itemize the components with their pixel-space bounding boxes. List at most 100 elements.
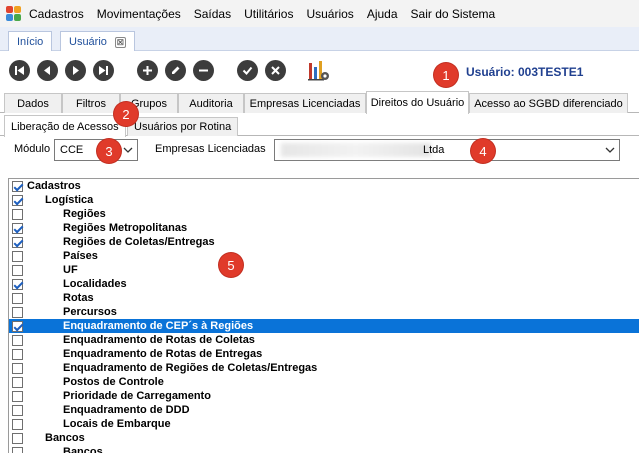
tree-row-label: Enquadramento de Rotas de Entregas xyxy=(63,348,263,360)
tree-checkbox[interactable] xyxy=(12,292,23,304)
tree-row-label: Enquadramento de DDD xyxy=(63,404,190,416)
tree-row[interactable]: Regiões xyxy=(9,207,639,221)
tree-checkbox[interactable] xyxy=(12,404,23,416)
tree-row-label: Logística xyxy=(45,194,94,206)
tab-empresas-licenciadas[interactable]: Empresas Licenciadas xyxy=(244,93,366,113)
tab-filtros[interactable]: Filtros xyxy=(62,93,120,113)
empresas-licenciadas-select[interactable]: Ltda xyxy=(274,139,620,161)
tree-checkbox[interactable] xyxy=(12,418,23,430)
tree-row[interactable]: Regiões Metropolitanas xyxy=(9,221,639,235)
last-record-icon[interactable] xyxy=(93,60,114,81)
tree-checkbox[interactable] xyxy=(12,236,23,248)
add-icon[interactable] xyxy=(137,60,158,81)
tree-checkbox[interactable] xyxy=(12,194,23,206)
tree-row[interactable]: Percursos xyxy=(9,305,639,319)
tree-checkbox[interactable] xyxy=(12,432,23,444)
tree-row[interactable]: Enquadramento de DDD xyxy=(9,403,639,417)
tree-row-label: Localidades xyxy=(63,278,127,290)
modulo-label: Módulo xyxy=(14,143,51,155)
tree-row-label: Cadastros xyxy=(27,180,81,192)
menu-saidas[interactable]: Saídas xyxy=(194,7,231,21)
document-tabs: Início Usuário ⊠ xyxy=(0,27,639,52)
tree-row-label: Enquadramento de Regiões de Coletas/Entr… xyxy=(63,362,318,374)
modulo-select[interactable]: CCE xyxy=(54,139,138,161)
tree-row-label: Enquadramento de Rotas de Coletas xyxy=(63,334,255,346)
annotation-marker-3: 3 xyxy=(97,139,121,163)
tab-direitos-do-usuario[interactable]: Direitos do Usuário xyxy=(366,91,469,114)
tree-row[interactable]: UF xyxy=(9,263,639,277)
tree-checkbox[interactable] xyxy=(12,250,23,262)
doc-tab-usuario-label: Usuário xyxy=(69,36,107,48)
close-icon[interactable]: ⊠ xyxy=(114,36,126,48)
menu-cadastros[interactable]: Cadastros xyxy=(29,7,84,21)
tree-row[interactable]: Enquadramento de Regiões de Coletas/Entr… xyxy=(9,361,639,375)
tree-row[interactable]: Postos de Controle xyxy=(9,375,639,389)
menu-movimentacoes[interactable]: Movimentações xyxy=(97,7,181,21)
tree-checkbox[interactable] xyxy=(12,208,23,220)
tree-row[interactable]: Cadastros xyxy=(9,179,639,193)
permissions-tree[interactable]: Cadastros Logística Regiões Regiões Metropo… xyxy=(8,178,639,453)
tree-row[interactable]: Regiões de Coletas/Entregas xyxy=(9,235,639,249)
tree-row[interactable]: Locais de Embarque xyxy=(9,417,639,431)
confirm-check-icon[interactable] xyxy=(237,60,258,81)
tree-row-label: Países xyxy=(63,250,98,262)
tree-row-label: Bancos xyxy=(45,432,85,444)
chevron-down-icon xyxy=(605,147,615,153)
tree-row[interactable]: Enquadramento de Rotas de Coletas xyxy=(9,333,639,347)
tree-row[interactable]: Países xyxy=(9,249,639,263)
tree-row[interactable]: Bancos xyxy=(9,445,639,453)
main-tabs: Dados Filtros Grupos Auditoria Empresas … xyxy=(0,91,639,114)
tree-row-label: Regiões de Coletas/Entregas xyxy=(63,236,215,248)
tree-checkbox[interactable] xyxy=(12,376,23,388)
tree-row[interactable]: Enquadramento de Rotas de Entregas xyxy=(9,347,639,361)
tree-row-label: Postos de Controle xyxy=(63,376,164,388)
tree-checkbox[interactable] xyxy=(12,278,23,290)
tree-row[interactable]: Enquadramento de CEP´s à Regiões xyxy=(9,319,639,333)
tree-row[interactable]: Prioridade de Carregamento xyxy=(9,389,639,403)
menu-sair[interactable]: Sair do Sistema xyxy=(411,7,496,21)
menu-usuarios[interactable]: Usuários xyxy=(306,7,353,21)
doc-tab-usuario[interactable]: Usuário ⊠ xyxy=(60,31,135,52)
tab-dados[interactable]: Dados xyxy=(4,93,62,113)
empresas-licenciadas-label: Empresas Licenciadas xyxy=(155,143,266,155)
next-record-icon[interactable] xyxy=(65,60,86,81)
tree-row[interactable]: Localidades xyxy=(9,277,639,291)
tree-row[interactable]: Logística xyxy=(9,193,639,207)
annotation-marker-4: 4 xyxy=(471,139,495,163)
tree-checkbox[interactable] xyxy=(12,362,23,374)
tree-checkbox[interactable] xyxy=(12,446,23,453)
tab-usuarios-por-rotina[interactable]: Usuários por Rotina xyxy=(127,117,239,136)
annotation-marker-2: 2 xyxy=(114,102,138,126)
current-user-label: Usuário: 003TESTE1 xyxy=(466,65,584,79)
menu-bar: Cadastros Movimentações Saídas Utilitári… xyxy=(0,0,639,27)
edit-pencil-icon[interactable] xyxy=(165,60,186,81)
tree-row-label: Prioridade de Carregamento xyxy=(63,390,211,402)
tree-row[interactable]: Rotas xyxy=(9,291,639,305)
tree-checkbox[interactable] xyxy=(12,334,23,346)
tab-acesso-sgbd[interactable]: Acesso ao SGBD diferenciado xyxy=(469,93,628,113)
sub-tabs: Liberação de Acessos Usuários por Rotina xyxy=(0,115,639,137)
tree-row[interactable]: Bancos xyxy=(9,431,639,445)
empresas-licenciadas-value: Ltda xyxy=(423,144,445,156)
previous-record-icon[interactable] xyxy=(37,60,58,81)
first-record-icon[interactable] xyxy=(9,60,30,81)
tab-liberacao-acessos[interactable]: Liberação de Acessos xyxy=(4,115,126,137)
cancel-x-icon[interactable] xyxy=(265,60,286,81)
modulo-value: CCE xyxy=(60,144,84,156)
tree-row-label: Regiões Metropolitanas xyxy=(63,222,188,234)
tree-checkbox[interactable] xyxy=(12,222,23,234)
tree-row-label: Locais de Embarque xyxy=(63,418,171,430)
menu-utilitarios[interactable]: Utilitários xyxy=(244,7,293,21)
report-chart-icon[interactable] xyxy=(307,59,331,83)
tree-checkbox[interactable] xyxy=(12,320,23,332)
tree-checkbox[interactable] xyxy=(12,390,23,402)
menu-ajuda[interactable]: Ajuda xyxy=(367,7,398,21)
tree-checkbox[interactable] xyxy=(12,348,23,360)
tab-auditoria[interactable]: Auditoria xyxy=(178,93,244,113)
tree-checkbox[interactable] xyxy=(12,306,23,318)
doc-tab-inicio[interactable]: Início xyxy=(8,31,53,51)
tree-checkbox[interactable] xyxy=(12,180,23,192)
tree-checkbox[interactable] xyxy=(12,264,23,276)
tree-row-label: Bancos xyxy=(63,446,103,453)
remove-icon[interactable] xyxy=(193,60,214,81)
